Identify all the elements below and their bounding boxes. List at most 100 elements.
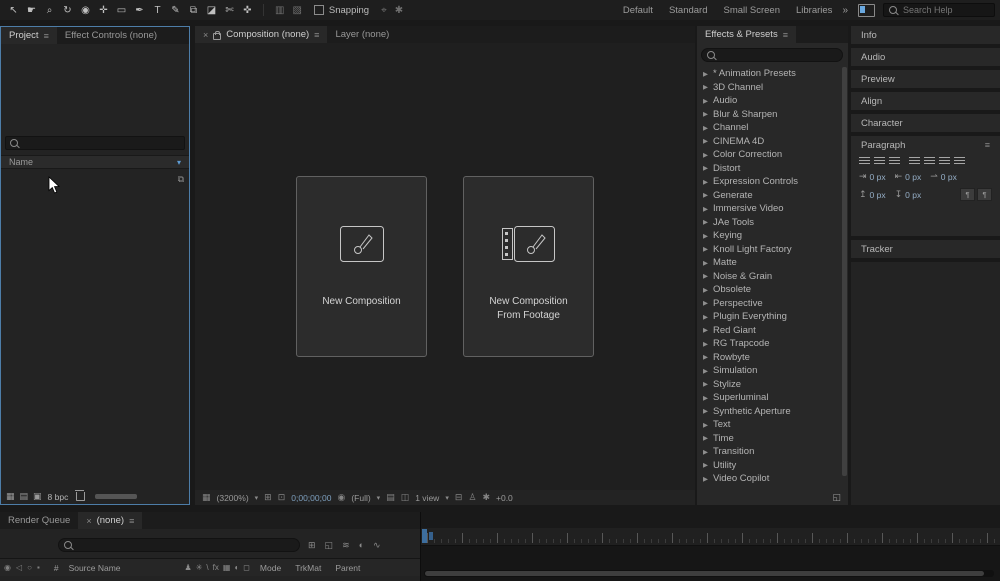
- av-feature-icon[interactable]: ▪: [37, 563, 40, 572]
- project-flowchart-icon[interactable]: ⧉: [178, 174, 184, 185]
- workspace-tab[interactable]: Libraries: [796, 5, 832, 16]
- field-value[interactable]: 0 px: [941, 172, 957, 182]
- effects-category-row[interactable]: ▶ 3D Channel: [697, 81, 842, 95]
- exposure-value[interactable]: +0.0: [496, 493, 513, 503]
- av-feature-icon[interactable]: ◉: [4, 563, 11, 572]
- tool-button[interactable]: ✛: [95, 2, 112, 18]
- disclosure-icon[interactable]: ▶: [703, 232, 709, 240]
- timeline-search-input[interactable]: [76, 539, 294, 551]
- effects-category-row[interactable]: ▶ Expression Controls: [697, 175, 842, 189]
- panel-header-audio[interactable]: Audio: [851, 48, 1000, 66]
- tab-effects-presets[interactable]: Effects & Presets ≡: [697, 26, 796, 43]
- panel-menu-icon[interactable]: ≡: [129, 516, 134, 526]
- workspace-panel-icon[interactable]: [858, 4, 875, 17]
- justify-last-right-icon[interactable]: [939, 157, 950, 165]
- layer-switch-icon[interactable]: ♟: [185, 563, 192, 572]
- workspace-tab[interactable]: Default: [623, 5, 653, 16]
- snapping-checkbox[interactable]: [314, 5, 324, 15]
- effects-search-input[interactable]: [719, 49, 837, 61]
- effects-category-row[interactable]: ▶ Superluminal: [697, 391, 842, 405]
- timeline-option-icon[interactable]: ∿: [373, 540, 381, 551]
- layer-switch-icon[interactable]: ✳: [196, 563, 203, 572]
- timeline-option-icon[interactable]: ⊞: [308, 540, 316, 551]
- workspace-tab[interactable]: Small Screen: [724, 5, 781, 16]
- effects-category-row[interactable]: ▶ Obsolete: [697, 283, 842, 297]
- statusbar-icon[interactable]: ◫: [401, 492, 410, 503]
- timeline-option-icon[interactable]: ◱: [325, 540, 334, 551]
- panel-header-info[interactable]: Info: [851, 26, 1000, 44]
- tool-button[interactable]: ✒: [131, 2, 148, 18]
- disclosure-icon[interactable]: ▶: [703, 421, 709, 429]
- tab-effect-controls[interactable]: Effect Controls (none): [57, 27, 165, 44]
- current-time-indicator[interactable]: [422, 529, 427, 543]
- disclosure-icon[interactable]: ▶: [703, 178, 709, 186]
- effects-category-row[interactable]: ▶ Rowbyte: [697, 351, 842, 365]
- panel-header-tracker[interactable]: Tracker: [851, 240, 1000, 258]
- effects-category-row[interactable]: ▶ Generate: [697, 189, 842, 203]
- effects-category-row[interactable]: ▶ Distort: [697, 162, 842, 176]
- panel-header-paragraph[interactable]: Paragraph ≡: [851, 136, 1000, 154]
- statusbar-icon[interactable]: ▦: [202, 492, 211, 503]
- field-value[interactable]: 0 px: [905, 172, 921, 182]
- disclosure-icon[interactable]: ▶: [703, 272, 709, 280]
- disclosure-icon[interactable]: ▶: [703, 124, 709, 132]
- disclosure-icon[interactable]: ▶: [703, 97, 709, 105]
- av-feature-icon[interactable]: ○: [27, 563, 32, 572]
- disclosure-icon[interactable]: ▶: [703, 191, 709, 199]
- tab-render-queue[interactable]: Render Queue: [0, 512, 78, 529]
- bit-depth-button[interactable]: 8 bpc: [48, 492, 69, 502]
- disclosure-icon[interactable]: ▶: [703, 286, 709, 294]
- tool-button[interactable]: ☛: [23, 2, 40, 18]
- workspace-tab[interactable]: Standard: [669, 5, 708, 16]
- tool-button[interactable]: ⧉: [185, 2, 202, 18]
- effects-category-row[interactable]: ▶ * Animation Presets: [697, 67, 842, 81]
- effects-category-row[interactable]: ▶ JAe Tools: [697, 216, 842, 230]
- sort-dropdown-icon[interactable]: ▾: [177, 158, 181, 167]
- statusbar-icon[interactable]: ♙: [468, 492, 476, 503]
- layer-switch-icon[interactable]: \: [206, 563, 208, 572]
- source-name-column[interactable]: Source Name: [69, 563, 121, 573]
- justify-last-left-icon[interactable]: [909, 157, 920, 165]
- field-value[interactable]: 0 px: [870, 190, 886, 200]
- av-feature-icon[interactable]: ◁: [16, 563, 22, 572]
- panel-menu-icon[interactable]: ≡: [314, 30, 319, 40]
- effects-category-row[interactable]: ▶ Perspective: [697, 297, 842, 311]
- panel-header-preview[interactable]: Preview: [851, 70, 1000, 88]
- effects-category-row[interactable]: ▶ Stylize: [697, 378, 842, 392]
- disclosure-icon[interactable]: ▶: [703, 367, 709, 375]
- disclosure-icon[interactable]: ▶: [703, 110, 709, 118]
- project-name-column-header[interactable]: Name ▾: [1, 155, 189, 169]
- disclosure-icon[interactable]: ▶: [703, 299, 709, 307]
- effects-category-row[interactable]: ▶ Red Giant: [697, 324, 842, 338]
- statusbar-icon[interactable]: ⊡: [278, 492, 286, 503]
- indent-right-field[interactable]: ⇤ 0 px: [895, 171, 922, 182]
- effects-category-row[interactable]: ▶ Utility: [697, 459, 842, 473]
- tab-layer[interactable]: Layer (none): [327, 26, 397, 43]
- timeline-option-icon[interactable]: ◐: [359, 540, 364, 551]
- effects-category-row[interactable]: ▶ RG Trapcode: [697, 337, 842, 351]
- disclosure-icon[interactable]: ▶: [703, 218, 709, 226]
- project-footer-icon[interactable]: ▦: [6, 491, 15, 502]
- tool-button[interactable]: ◉: [77, 2, 94, 18]
- project-footer-icon[interactable]: ▣: [33, 491, 42, 502]
- snap-option-icon[interactable]: ⌖: [381, 5, 387, 16]
- disclosure-icon[interactable]: ▶: [703, 340, 709, 348]
- effects-category-row[interactable]: ▶ Video Copilot: [697, 472, 842, 486]
- workspace-overflow-icon[interactable]: »: [842, 5, 848, 16]
- effects-category-row[interactable]: ▶ Simulation: [697, 364, 842, 378]
- layer-switch-icon[interactable]: ◻: [243, 563, 250, 572]
- tab-timeline-none[interactable]: × (none) ≡: [78, 512, 142, 529]
- panel-menu-icon[interactable]: ≡: [44, 31, 49, 41]
- disclosure-icon[interactable]: ▶: [703, 70, 709, 78]
- effects-category-row[interactable]: ▶ Transition: [697, 445, 842, 459]
- disclosure-icon[interactable]: ▶: [703, 434, 709, 442]
- statusbar-icon[interactable]: ▤: [386, 492, 395, 503]
- tab-composition[interactable]: × Composition (none) ≡: [195, 26, 327, 43]
- effects-footer-icon[interactable]: ◱: [832, 492, 841, 503]
- justify-all-icon[interactable]: [954, 157, 965, 165]
- tool-button[interactable]: ✎: [167, 2, 184, 18]
- layer-switch-icon[interactable]: ◐: [234, 563, 239, 572]
- new-composition-button[interactable]: New Composition: [296, 176, 427, 357]
- layer-switch-icon[interactable]: ▦: [223, 563, 231, 572]
- snapshot-camera-icon[interactable]: ◉: [337, 492, 345, 503]
